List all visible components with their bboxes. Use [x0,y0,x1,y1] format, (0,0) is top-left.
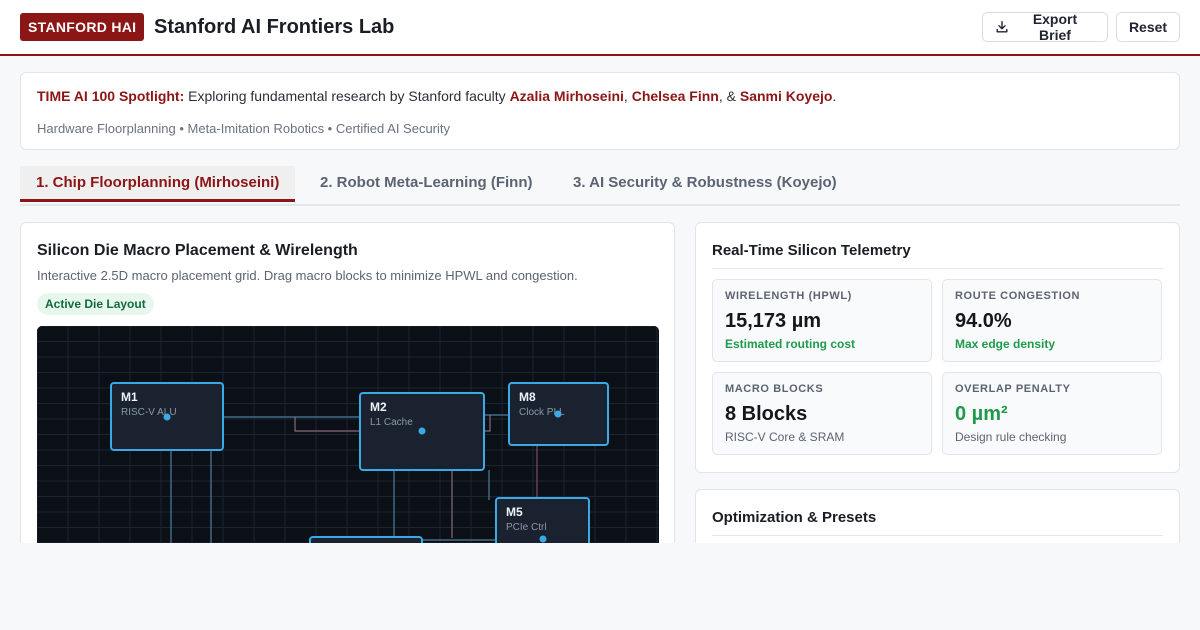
macro-block[interactable]: M2 L1 Cache [359,392,485,471]
spotlight-lead: TIME AI 100 Spotlight: [37,88,185,104]
macro-block[interactable]: M8 Clock PLL [508,382,609,446]
macro-id: M5 [506,505,523,519]
metric-label: WIRELENGTH (HPWL) [725,290,852,302]
app-header: STANFORD HAI Stanford AI Frontiers Lab E… [0,0,1200,56]
metric-note: RISC-V Core & SRAM [725,430,845,444]
metric-label: MACRO BLOCKS [725,383,824,395]
metric-card-congestion: ROUTE CONGESTION 94.0% Max edge density [942,279,1162,362]
active-layout-badge: Active Die Layout [37,293,154,315]
tab-ai-security[interactable]: 3. AI Security & Robustness (Koyejo) [557,166,853,202]
divider [712,535,1163,536]
metric-card-macro-blocks: MACRO BLOCKS 8 Blocks RISC-V Core & SRAM [712,372,932,455]
export-brief-label: Export Brief [1032,11,1078,43]
faculty-koyejo: Sanmi Koyejo [739,88,833,104]
macro-pin [418,427,426,435]
spotlight-banner: TIME AI 100 Spotlight: Exploring fundame… [20,72,1180,150]
metric-value: 94.0% [955,310,1012,332]
spotlight-topics: Hardware Floorplanning • Meta-Imitation … [37,121,450,136]
macro-pin [163,413,171,421]
metric-value: 15,173 µm [725,310,822,332]
die-panel-subtitle: Interactive 2.5D macro placement grid. D… [37,268,578,283]
macro-pin [554,410,562,418]
die-panel-title: Silicon Die Macro Placement & Wirelength [37,242,358,259]
silicon-die-canvas[interactable]: M1 RISC-V ALU M2 L1 Cache M8 Clock PLL M… [37,326,659,561]
metric-label: OVERLAP PENALTY [955,383,1071,395]
export-brief-button[interactable]: Export Brief [982,11,1108,43]
metric-note: Estimated routing cost [725,337,856,351]
metric-label: ROUTE CONGESTION [955,290,1081,302]
macro-id: M2 [370,400,387,414]
metric-note: Design rule checking [955,430,1067,444]
die-layout-panel: Silicon Die Macro Placement & Wirelength… [20,222,675,562]
tab-chip-floorplanning[interactable]: 1. Chip Floorplanning (Mirhoseini) [20,166,296,202]
macro-label: PCIe Ctrl [506,522,547,533]
spotlight-text: TIME AI 100 Spotlight: Exploring fundame… [37,88,837,104]
tab-robot-meta-learning[interactable]: 2. Robot Meta-Learning (Finn) [304,166,548,202]
metric-value: 8 Blocks [725,403,808,425]
faculty-finn: Chelsea Finn [631,88,719,104]
spotlight-body: Exploring fundamental research by Stanfo… [184,88,510,104]
metric-value: 0 µm² [955,403,1008,425]
brand-logo: STANFORD HAI [20,13,145,41]
reset-button[interactable]: Reset [1116,12,1180,42]
divider [712,268,1163,269]
macro-id: M1 [121,390,138,404]
die-grid-svg: M1 RISC-V ALU M2 L1 Cache M8 Clock PLL M… [37,326,659,561]
app-title: Stanford AI Frontiers Lab [154,16,395,38]
tab-bar: 1. Chip Floorplanning (Mirhoseini) 2. Ro… [20,166,1180,206]
macro-pin [539,535,547,543]
telemetry-panel: Real-Time Silicon Telemetry WIRELENGTH (… [695,222,1180,473]
macro-block[interactable]: M1 RISC-V ALU [110,382,224,451]
metric-note: Max edge density [955,337,1056,351]
telemetry-title: Real-Time Silicon Telemetry [712,242,911,259]
page-fold [0,543,1200,630]
optimization-title: Optimization & Presets [712,509,877,526]
faculty-mirhoseini: Azalia Mirhoseini [509,88,624,104]
download-icon [996,21,1008,33]
macro-label: L1 Cache [370,417,413,428]
metric-card-wirelength: WIRELENGTH (HPWL) 15,173 µm Estimated ro… [712,279,932,362]
macro-id: M8 [519,390,536,404]
metric-card-overlap: OVERLAP PENALTY 0 µm² Design rule checki… [942,372,1162,455]
